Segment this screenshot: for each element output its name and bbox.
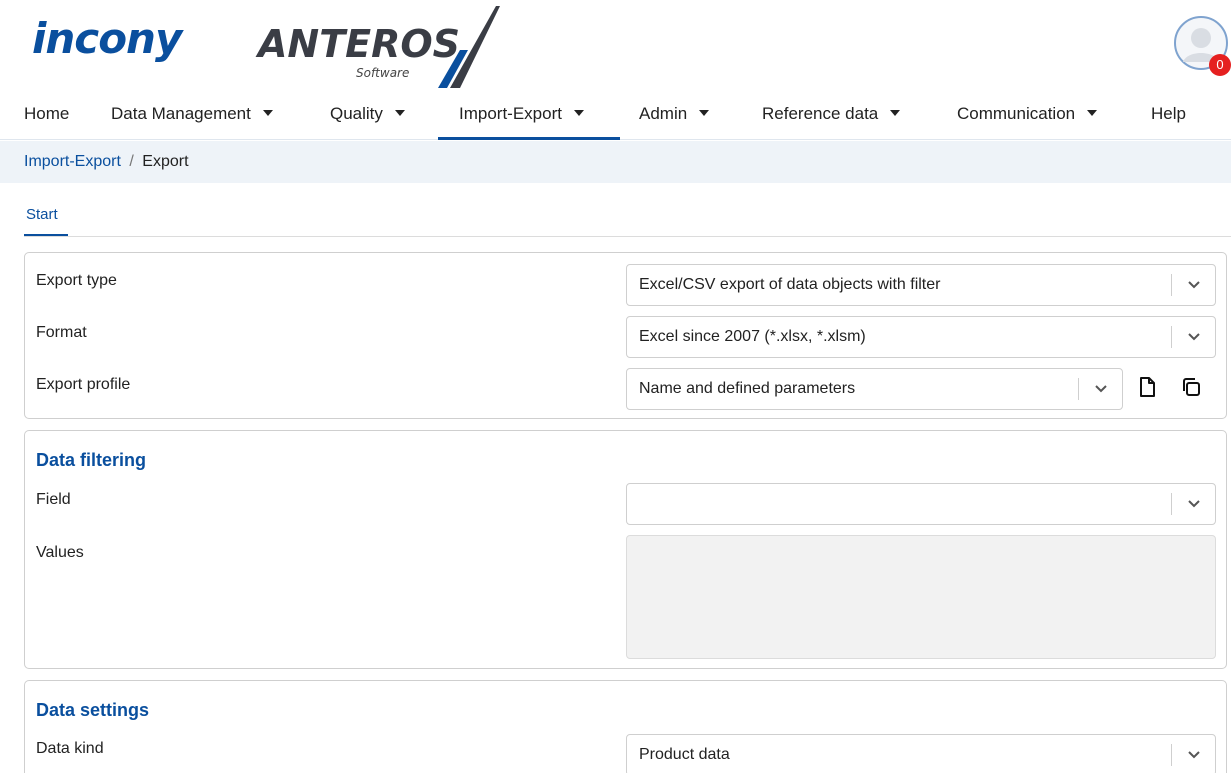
nav-item-home[interactable]: Home [24,92,69,139]
nav-item-data-management[interactable]: Data Management [111,92,273,139]
export-profile-label: Export profile [36,376,131,393]
caret-down-icon [1087,110,1098,116]
breadcrumb: Import-Export / Export [0,141,1231,183]
nav-item-reference-data[interactable]: Reference data [762,92,901,139]
format-select[interactable]: Excel since 2007 (*.xlsx, *.xlsm) [626,316,1216,358]
caret-down-icon [394,110,405,116]
breadcrumb-separator: / [129,153,134,170]
logo-slash-mark [438,6,500,88]
chevron-down-icon[interactable] [1171,744,1215,766]
nav-item-communication[interactable]: Communication [957,92,1098,139]
caret-down-icon [699,110,710,116]
export-profile-value: Name and defined parameters [639,380,856,397]
data-kind-label: Data kind [36,740,104,757]
anteros-logo-subtitle: Software [356,66,410,80]
export-type-value: Excel/CSV export of data objects with fi… [639,276,941,293]
export-type-label: Export type [36,272,117,289]
data-kind-value: Product data [639,746,730,763]
format-value: Excel since 2007 (*.xlsx, *.xlsm) [639,328,866,345]
main-nav: Home Data Management Quality Import-Expo… [0,92,1231,140]
caret-down-icon [890,110,901,116]
tab-divider [24,236,1231,237]
chevron-down-icon[interactable] [1078,378,1122,400]
nav-item-admin[interactable]: Admin [639,92,710,139]
data-settings-panel: Data settings Data kind Product data [24,680,1227,773]
caret-down-icon [573,110,584,116]
export-settings-panel: Export type Excel/CSV export of data obj… [24,252,1227,419]
data-filtering-panel: Data filtering Field Values [24,430,1227,669]
incony-logo[interactable]: incony [32,14,182,63]
values-textarea[interactable] [626,535,1216,659]
data-kind-select[interactable]: Product data [626,734,1216,773]
data-filtering-title: Data filtering [36,450,147,470]
new-document-icon[interactable] [1135,375,1159,399]
notification-badge[interactable]: 0 [1209,54,1231,76]
copy-icon[interactable] [1179,375,1203,399]
nav-item-help[interactable]: Help [1151,92,1186,139]
data-settings-title: Data settings [36,700,150,720]
values-label: Values [36,544,84,561]
chevron-down-icon[interactable] [1171,493,1215,515]
export-profile-select[interactable]: Name and defined parameters [626,368,1123,410]
export-type-select[interactable]: Excel/CSV export of data objects with fi… [626,264,1216,306]
caret-down-icon [262,110,273,116]
tab-start[interactable]: Start [26,206,58,223]
breadcrumb-link-import-export[interactable]: Import-Export [24,153,121,170]
field-label: Field [36,491,71,508]
nav-item-quality[interactable]: Quality [330,92,405,139]
app-header: incony ANTEROS Software 0 [0,0,1231,92]
chevron-down-icon[interactable] [1171,274,1215,296]
format-label: Format [36,324,87,341]
chevron-down-icon[interactable] [1171,326,1215,348]
breadcrumb-current: Export [142,153,189,170]
nav-active-indicator [438,137,620,140]
nav-item-import-export[interactable]: Import-Export [459,92,584,139]
field-select[interactable] [626,483,1216,525]
